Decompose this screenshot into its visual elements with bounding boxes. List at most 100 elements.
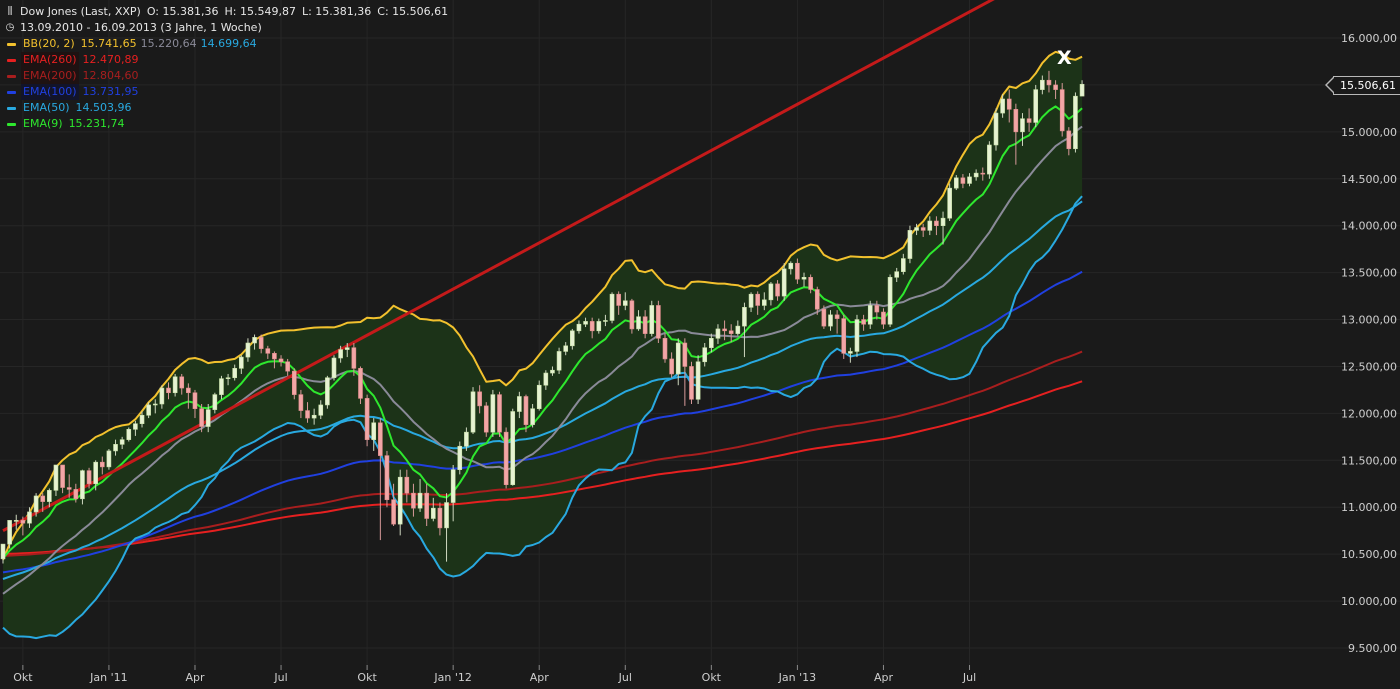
candle-body bbox=[570, 331, 574, 346]
candle-body bbox=[352, 348, 356, 369]
candle-body bbox=[1073, 96, 1077, 149]
legend-item[interactable]: BB(20, 2)15.741,6515.220,6414.699,64 bbox=[4, 36, 448, 52]
candle-body bbox=[544, 373, 548, 385]
candle-body bbox=[147, 405, 151, 415]
candle-body bbox=[723, 329, 727, 331]
candle bbox=[325, 376, 329, 409]
candle-body bbox=[855, 320, 859, 352]
y-tick-label: 10.500,00 bbox=[1341, 548, 1397, 561]
candle-body bbox=[1047, 80, 1051, 85]
legend-value: 14.503,96 bbox=[76, 100, 132, 116]
legend-item[interactable]: EMA(50)14.503,96 bbox=[4, 100, 448, 116]
candle-body bbox=[584, 321, 588, 324]
candle-body bbox=[279, 359, 283, 362]
candle-body bbox=[881, 312, 885, 324]
legend-item[interactable]: EMA(260)12.470,89 bbox=[4, 52, 448, 68]
candle-body bbox=[815, 290, 819, 310]
candle bbox=[557, 348, 561, 374]
legend-item[interactable]: EMA(9)15.231,74 bbox=[4, 116, 448, 132]
candle bbox=[1073, 92, 1077, 152]
candle bbox=[1060, 83, 1064, 136]
candle bbox=[908, 226, 912, 264]
candle-body bbox=[994, 113, 998, 145]
x-tick-label: Okt bbox=[13, 671, 33, 684]
candle-body bbox=[27, 512, 31, 523]
candle-body bbox=[272, 353, 276, 359]
legend-value: 15.741,65 bbox=[81, 36, 137, 52]
candle-body bbox=[21, 520, 25, 523]
candle-body bbox=[1054, 85, 1058, 90]
candle-body bbox=[451, 470, 455, 503]
candle-body bbox=[385, 456, 389, 500]
candle-body bbox=[94, 462, 98, 484]
x-tick-label: Jan '11 bbox=[89, 671, 127, 684]
candle-body bbox=[531, 409, 535, 425]
x-tick-label: Jul bbox=[618, 671, 632, 684]
candle bbox=[358, 366, 362, 404]
y-tick-label: 9.500,00 bbox=[1348, 642, 1397, 655]
candle-body bbox=[901, 259, 905, 272]
candle-body bbox=[736, 326, 740, 334]
candle-body bbox=[637, 317, 641, 329]
candle-body bbox=[511, 412, 515, 485]
candle-body bbox=[458, 446, 462, 469]
candle-body bbox=[617, 294, 621, 305]
candle-body bbox=[934, 221, 938, 226]
candle-body bbox=[80, 471, 84, 499]
candle-body bbox=[47, 490, 51, 501]
candle-body bbox=[670, 359, 674, 374]
candle bbox=[888, 274, 892, 327]
legend-value: 15.220,64 bbox=[141, 36, 197, 52]
candle-body bbox=[961, 178, 965, 184]
candle-body bbox=[180, 377, 184, 388]
candle-body bbox=[776, 284, 780, 296]
candle-body bbox=[392, 500, 396, 524]
candle-body bbox=[941, 218, 945, 226]
instrument-header: ⫼ Dow Jones (Last, XXP) O: 15.381,36 H: … bbox=[4, 4, 448, 20]
candle-body bbox=[1040, 80, 1044, 89]
candle-body bbox=[246, 343, 250, 357]
candle-body bbox=[498, 395, 502, 433]
candle-body bbox=[1027, 119, 1031, 123]
candle-body bbox=[127, 429, 131, 439]
candle-body bbox=[842, 319, 846, 354]
legend-label: EMA(200) bbox=[21, 68, 79, 84]
x-marker[interactable]: X bbox=[1057, 47, 1072, 69]
legend-item[interactable]: EMA(200)12.804,60 bbox=[4, 68, 448, 84]
candle-body bbox=[689, 366, 693, 399]
candle-body bbox=[61, 465, 65, 488]
candle bbox=[650, 301, 654, 337]
candle-body bbox=[630, 301, 634, 329]
candle-body bbox=[848, 351, 852, 353]
candle-body bbox=[319, 405, 323, 415]
candle bbox=[292, 368, 296, 399]
legend-label: EMA(100) bbox=[21, 84, 79, 100]
candle-body bbox=[431, 508, 435, 518]
candle-body bbox=[1020, 119, 1024, 132]
candle bbox=[365, 395, 369, 447]
candle-body bbox=[921, 228, 925, 231]
candle-body bbox=[299, 395, 303, 411]
period-row: ◷ 13.09.2010 - 16.09.2013 (3 Jahre, 1 Wo… bbox=[4, 20, 448, 36]
candle-body bbox=[193, 393, 197, 409]
candle-body bbox=[1060, 90, 1064, 131]
candle-body bbox=[610, 294, 614, 320]
legend-item[interactable]: EMA(100)13.731,95 bbox=[4, 84, 448, 100]
candle-body bbox=[445, 503, 449, 528]
candle-body bbox=[1, 544, 5, 559]
legend-value: 13.731,95 bbox=[83, 84, 139, 100]
y-tick-label: 13.500,00 bbox=[1341, 267, 1397, 280]
candle-body bbox=[239, 357, 243, 368]
candle bbox=[107, 449, 111, 470]
candle-body bbox=[524, 396, 528, 424]
candle bbox=[127, 427, 131, 441]
candle-body bbox=[206, 410, 210, 427]
candle-body bbox=[862, 320, 866, 325]
candle-body bbox=[312, 415, 316, 418]
candle bbox=[491, 390, 495, 437]
indicator-list: BB(20, 2)15.741,6515.220,6414.699,64EMA(… bbox=[4, 36, 448, 132]
legend-label: EMA(260) bbox=[21, 52, 79, 68]
candle-body bbox=[140, 415, 144, 423]
legend-label: EMA(50) bbox=[21, 100, 72, 116]
candle-body bbox=[345, 348, 349, 350]
